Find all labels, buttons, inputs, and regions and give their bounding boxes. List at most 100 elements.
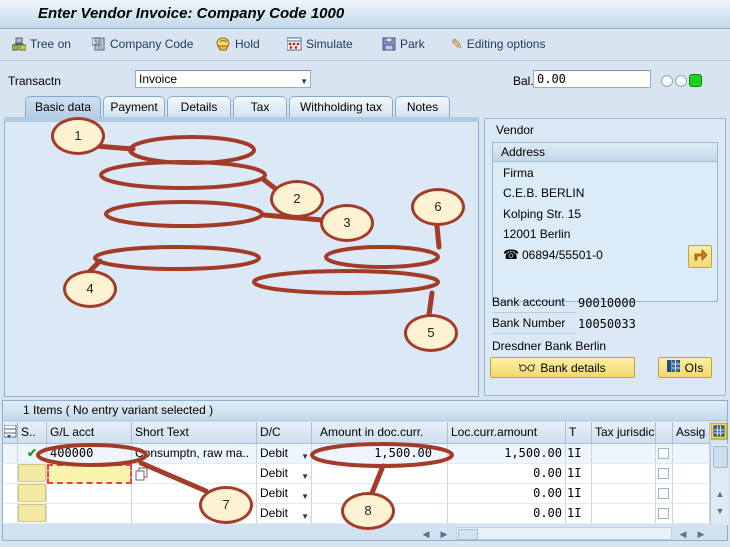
dc-select[interactable]: Debit▼ [257,444,312,464]
bank-account-value: 90010000 [578,296,636,310]
row-select-cell[interactable] [3,444,18,464]
assignment-cell[interactable] [673,444,710,464]
table-vscrollbar[interactable]: ▲ ▼ [710,444,728,525]
check-cell[interactable] [656,464,673,484]
column-header-amount-doc[interactable]: Amount in doc.curr. [312,422,448,444]
table-hscrollbar[interactable] [456,527,672,540]
check-cell[interactable] [656,444,673,464]
tab-notes[interactable]: Notes [395,96,450,117]
tax-code-cell[interactable]: 1I [566,484,592,504]
jurisdiction-cell[interactable] [592,504,656,524]
copy-icon[interactable] [135,467,149,484]
chevron-down-icon[interactable]: ▼ [301,467,309,484]
row-status-cell[interactable] [18,464,47,484]
bank-details-button[interactable]: Bank details [490,357,635,378]
hold-button[interactable]: Hold [212,33,264,55]
scroll-down-icon[interactable]: ▼ [714,505,726,518]
hscrollbar-thumb[interactable] [458,529,478,540]
bank-account-label: Bank account [492,295,576,313]
check-cell[interactable] [656,484,673,504]
chevron-down-icon[interactable]: ▼ [301,507,309,524]
short-text-cell[interactable]: Consumptn, raw ma.. [132,444,257,464]
scroll-right-icon[interactable]: ▶ [693,528,709,541]
tab-basic-data[interactable]: Basic data [25,96,101,118]
callout-5: 5 [404,314,458,352]
scroll-left-icon[interactable]: ◀ [675,528,691,541]
ois-button[interactable]: OIs [658,357,712,378]
column-header-short-text[interactable]: Short Text [132,422,257,444]
jurisdiction-cell[interactable] [592,464,656,484]
amount-loc-cell[interactable]: 0.00 [448,484,566,504]
gl-acct-cell[interactable] [47,504,132,524]
tab-payment[interactable]: Payment [103,96,165,117]
balance-field[interactable]: 0.00 [533,70,651,88]
column-header-assignment[interactable]: Assig [673,422,710,444]
tax-code-cell[interactable]: 1I [566,444,592,464]
row-status-cell[interactable] [18,504,47,524]
row-select-cell[interactable] [3,504,18,524]
company-code-button[interactable]: § Company Code [88,33,197,55]
vscrollbar-thumb[interactable] [713,446,728,468]
tax-code-cell[interactable]: 1I [566,504,592,524]
column-header-tax[interactable]: T [566,422,592,444]
column-header-check[interactable] [656,422,673,444]
row-checkbox[interactable] [658,468,669,479]
jurisdiction-cell[interactable] [592,484,656,504]
callout-1: 1 [51,117,105,155]
editing-options-button[interactable]: ✎ Editing options [447,33,549,55]
column-header-gl-acct[interactable]: G/L acct [47,422,132,444]
items-header-bar: 1 Items ( No entry variant selected ) [3,401,727,421]
dc-select[interactable]: Debit▼ [257,484,312,504]
row-checkbox[interactable] [658,508,669,519]
tax-code-cell[interactable]: 1I [566,464,592,484]
tab-withholding-tax[interactable]: Withholding tax [289,96,393,117]
status-pending-badge [18,464,46,482]
amount-loc-cell[interactable]: 0.00 [448,464,566,484]
amount-loc-cell[interactable]: 0.00 [448,504,566,524]
gl-acct-cell[interactable] [47,484,132,504]
tab-tax[interactable]: Tax [233,96,287,117]
assignment-cell[interactable] [673,504,710,524]
column-header-amount-loc[interactable]: Loc.curr.amount [448,422,566,444]
scroll-right-icon[interactable]: ▶ [436,528,452,541]
callout-6: 6 [411,188,465,226]
table-settings-button[interactable] [711,423,728,443]
dc-select[interactable]: Debit▼ [257,464,312,484]
row-select-cell[interactable] [3,484,18,504]
address-line: Kolping Str. 15 [503,207,581,221]
chevron-down-icon[interactable]: ▼ [300,74,308,90]
gl-acct-edit-cell[interactable] [47,464,132,484]
dc-select[interactable]: Debit▼ [257,504,312,524]
chevron-down-icon[interactable]: ▼ [301,447,309,464]
column-header-dc[interactable]: D/C [257,422,312,444]
chevron-down-icon[interactable]: ▼ [301,487,309,504]
tree-on-button[interactable]: Tree on [8,33,75,55]
vendor-navigate-button[interactable] [688,245,712,268]
bank-details-label: Bank details [540,361,605,375]
assignment-cell[interactable] [673,484,710,504]
short-text-cell[interactable] [132,464,257,484]
row-config-header-cell[interactable] [3,422,18,444]
page-title: Enter Vendor Invoice: Company Code 1000 [38,5,344,22]
amount-loc-cell[interactable]: 1,500.00 [448,444,566,464]
row-status-cell[interactable] [18,484,47,504]
jurisdiction-cell[interactable] [592,444,656,464]
column-header-jurisdiction[interactable]: Tax jurisdictn c... [592,422,656,444]
park-button[interactable]: Park [378,33,429,55]
tab-details[interactable]: Details [167,96,231,117]
row-checkbox[interactable] [658,488,669,499]
transaction-select[interactable]: Invoice ▼ [135,70,311,88]
assignment-cell[interactable] [673,464,710,484]
check-cell[interactable] [656,504,673,524]
toolbar-button-label: Simulate [306,37,353,51]
row-select-cell[interactable] [3,464,18,484]
amount-doc-cell[interactable] [312,464,448,484]
row-checkbox[interactable] [658,448,669,459]
scroll-left-icon[interactable]: ◀ [418,528,434,541]
gl-acct-cell[interactable]: 400000 [47,444,132,464]
simulate-button[interactable]: Simulate [283,33,357,55]
title-bar: Enter Vendor Invoice: Company Code 1000 [0,0,730,29]
amount-doc-cell[interactable]: 1,500.00 [312,444,448,464]
column-header-status[interactable]: S.. [18,422,47,444]
scroll-up-icon[interactable]: ▲ [714,488,726,501]
